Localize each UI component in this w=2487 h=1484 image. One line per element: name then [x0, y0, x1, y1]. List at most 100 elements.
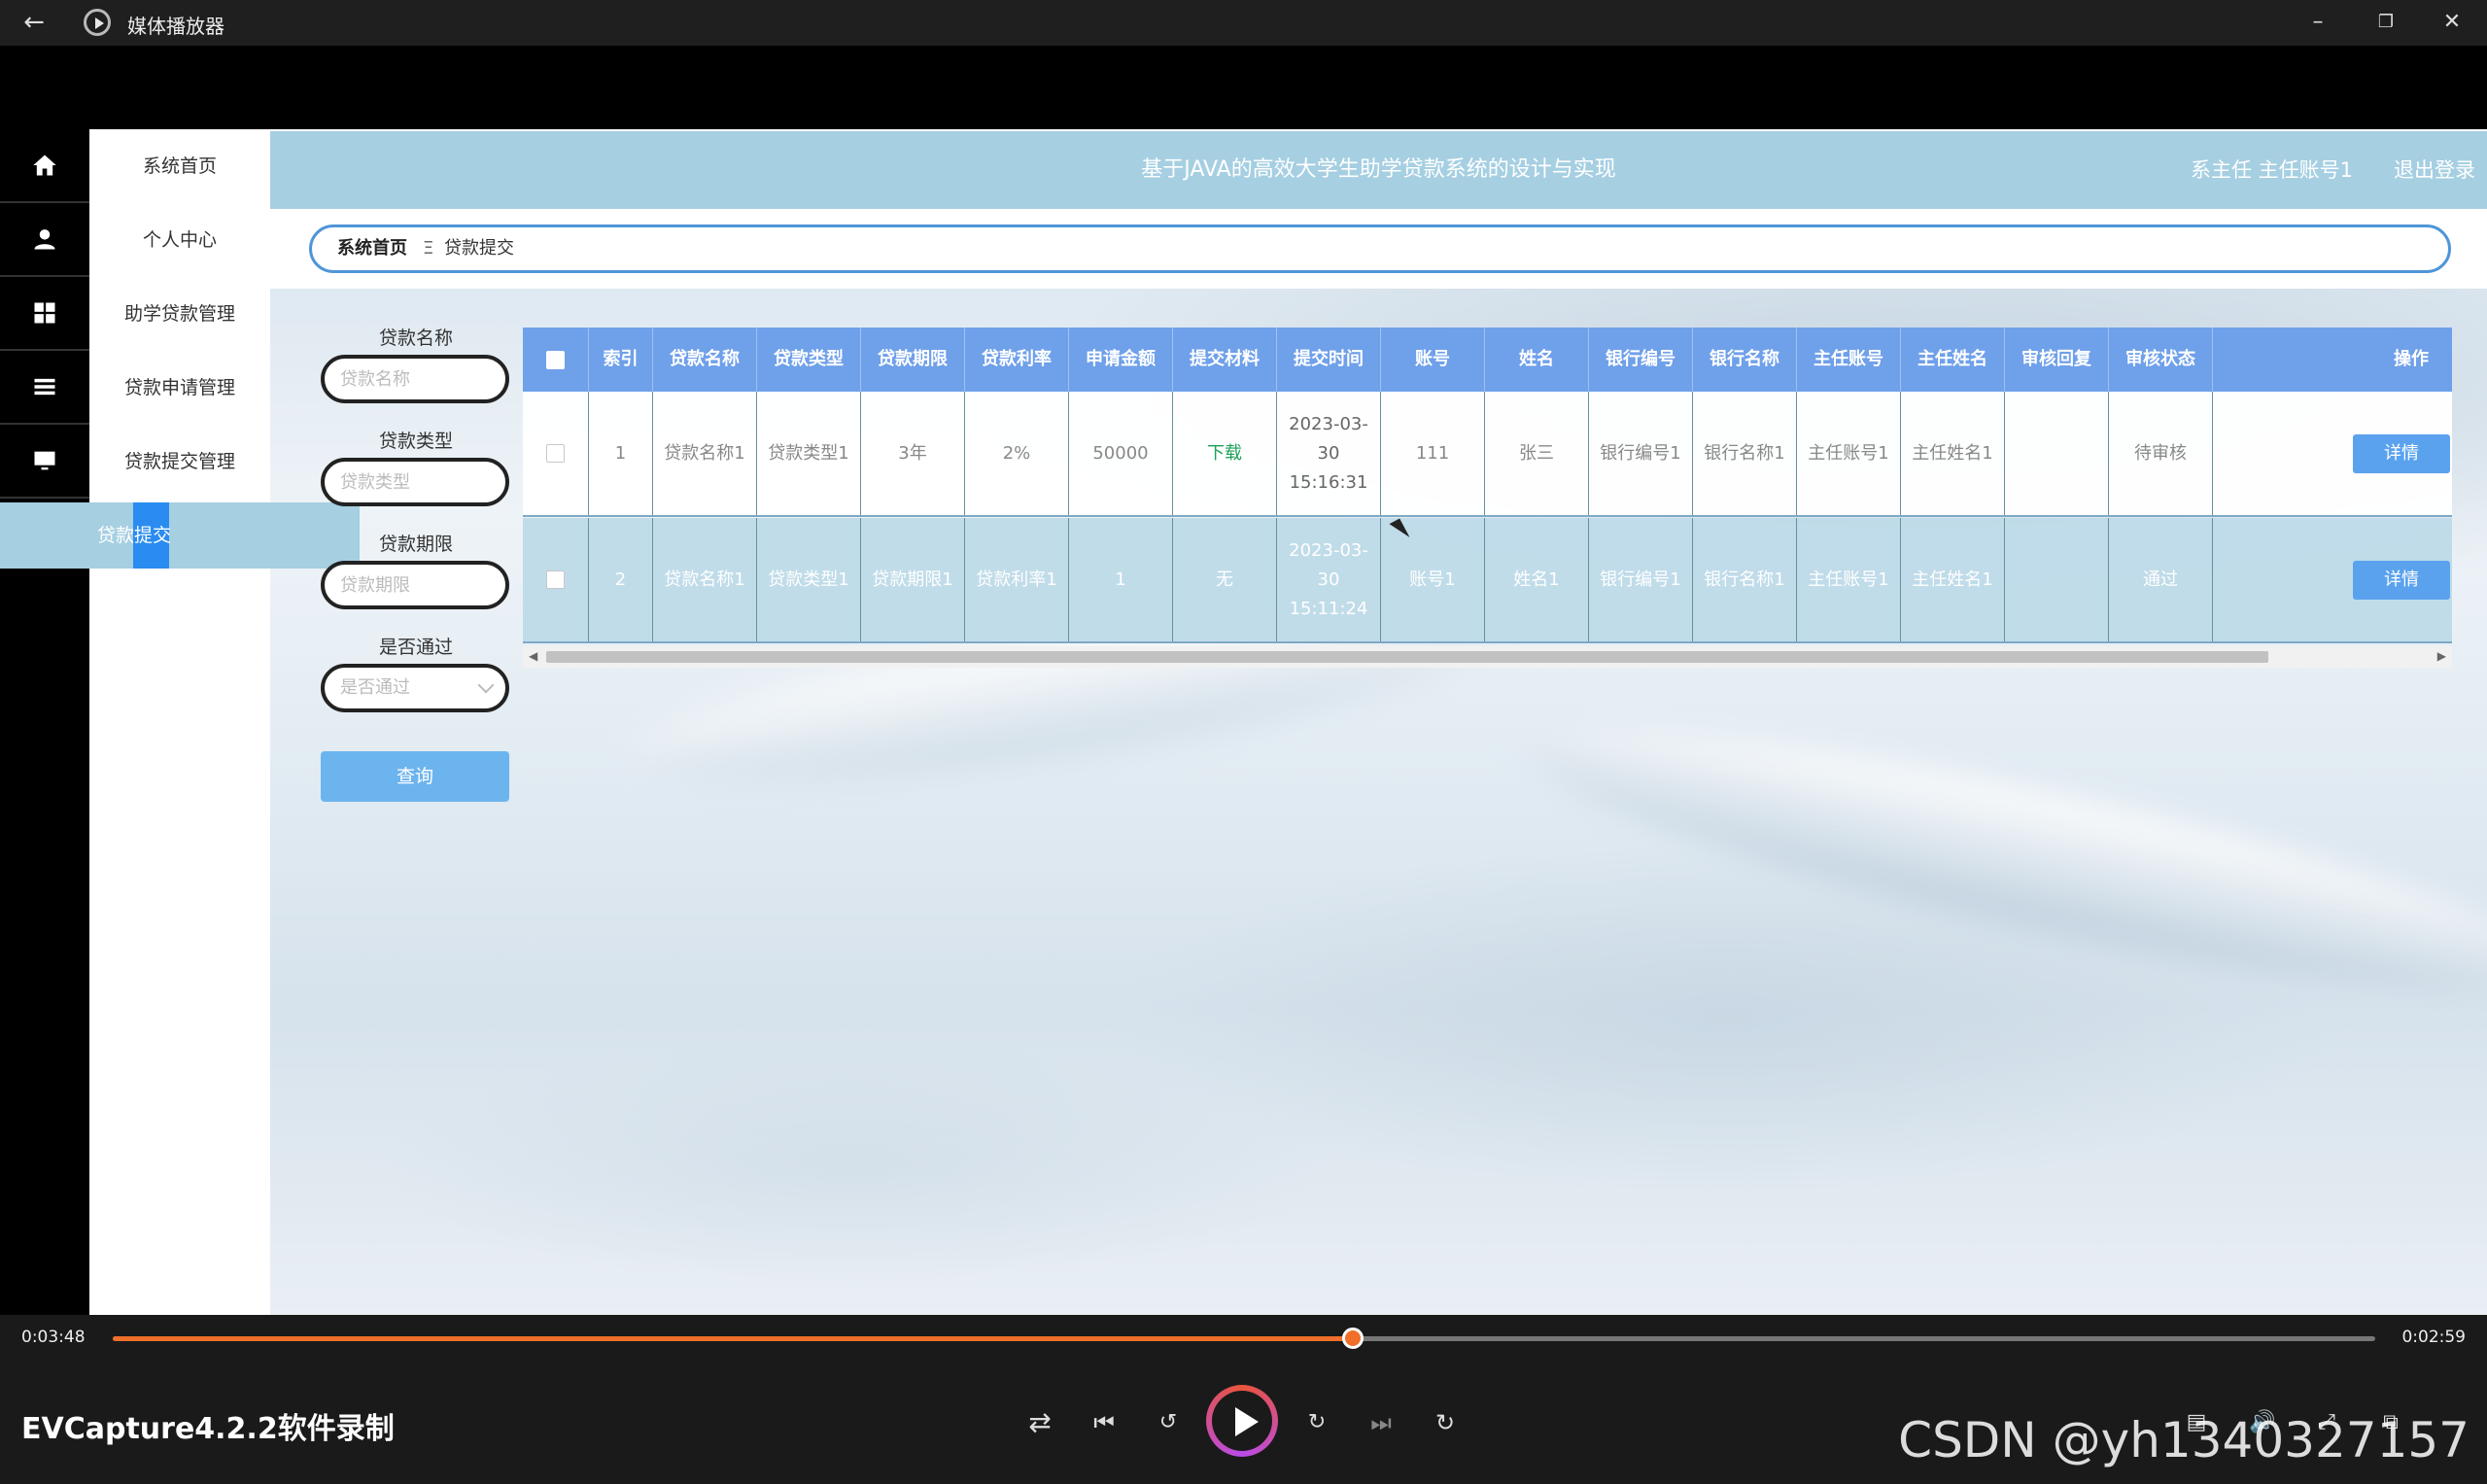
column-header: 主任账号: [1797, 328, 1901, 392]
index-cell: 1: [589, 392, 653, 515]
action-cell: 详情: [2213, 392, 2452, 515]
bank-name-cell: 银行名称1: [1693, 518, 1797, 641]
loan-type-input[interactable]: [321, 458, 509, 506]
amount-cell: 50000: [1069, 392, 1173, 515]
loan-name-input[interactable]: [321, 355, 509, 403]
select-all-header: [523, 328, 589, 392]
breadcrumb-home[interactable]: 系统首页: [337, 227, 407, 270]
detail-button[interactable]: 详情: [2353, 433, 2450, 473]
home-icon[interactable]: [0, 129, 89, 203]
director-name-cell: 主任姓名1: [1901, 518, 2005, 641]
previous-icon[interactable]: ⏮: [1082, 1400, 1126, 1445]
monitor-icon[interactable]: [0, 425, 89, 499]
column-header: 姓名: [1485, 328, 1589, 392]
column-header: 贷款利率: [965, 328, 1069, 392]
review-status-cell: 待审核: [2109, 392, 2213, 515]
name-cell: 张三: [1485, 392, 1589, 515]
select-all-checkbox[interactable]: [546, 350, 565, 369]
loan-term-label: 贷款期限: [378, 534, 453, 555]
bank-no-cell: 银行编号1: [1589, 518, 1693, 641]
column-header: 贷款类型: [757, 328, 861, 392]
passed-select-value: 是否通过: [340, 677, 410, 698]
scroll-right-icon[interactable]: ▶: [2437, 649, 2446, 663]
amount-cell: 1: [1069, 518, 1173, 641]
loan-rate-cell: 贷款利率1: [965, 518, 1069, 641]
video-frame-webpage: 系统首页 个人中心 助学贷款管理 贷款申请管理 贷款提交管理 贷款提交 基于JA…: [0, 129, 2487, 1315]
user-icon[interactable]: [0, 203, 89, 277]
scrollbar-thumb[interactable]: [546, 651, 2268, 663]
current-time: 0:03:48: [21, 1328, 86, 1347]
current-user: 系主任 主任账号1: [2190, 158, 2353, 182]
shuffle-icon[interactable]: ⇄: [1018, 1400, 1062, 1445]
review-reply-cell: [2005, 518, 2109, 641]
sidebar-item-home[interactable]: 系统首页: [89, 129, 270, 203]
back-icon[interactable]: ←: [21, 9, 47, 36]
seek-bar[interactable]: [113, 1328, 2375, 1349]
minimize-icon[interactable]: –: [2296, 6, 2340, 39]
name-cell: 姓名1: [1485, 518, 1589, 641]
review-status-cell: 通过: [2109, 518, 2213, 641]
csdn-watermark: CSDN @yh1340327157: [1898, 1412, 2470, 1468]
loan-submission-table: 索引 贷款名称 贷款类型 贷款期限 贷款利率 申请金额 提交材料 提交时间 账号…: [523, 328, 2452, 672]
row-checkbox[interactable]: [546, 444, 565, 463]
column-header: 账号: [1381, 328, 1485, 392]
column-header: 提交时间: [1277, 328, 1381, 392]
table-horizontal-scrollbar[interactable]: ◀ ▶: [523, 646, 2452, 668]
director-name-cell: 主任姓名1: [1901, 392, 2005, 515]
loan-name-cell: 贷款名称1: [653, 392, 757, 515]
column-header: 审核回复: [2005, 328, 2109, 392]
sidebar-icon-strip: [0, 129, 89, 1315]
loan-name-cell: 贷款名称1: [653, 518, 757, 641]
column-header: 贷款名称: [653, 328, 757, 392]
query-button[interactable]: 查询: [321, 751, 509, 802]
forward-30-icon[interactable]: ↻: [1295, 1400, 1339, 1445]
breadcrumb-current: 贷款提交: [444, 238, 514, 259]
restore-icon[interactable]: ❐: [2364, 6, 2408, 39]
sidebar-nav: 系统首页 个人中心 助学贷款管理 贷款申请管理 贷款提交管理 贷款提交: [0, 129, 360, 1315]
submit-time-cell: 2023-03-30 15:11:24: [1277, 518, 1381, 641]
seek-bar-thumb[interactable]: [1341, 1328, 1364, 1349]
material-download-link[interactable]: 下载: [1173, 392, 1277, 515]
breadcrumb: 系统首页 Ξ 贷款提交: [309, 224, 2451, 273]
row-checkbox[interactable]: [546, 570, 565, 589]
recorder-watermark: EVCapture4.2.2软件录制: [21, 1412, 395, 1446]
table-row: 1 贷款名称1 贷款类型1 3年 2% 50000 下载 2023-03-30 …: [523, 392, 2452, 517]
loan-type-label: 贷款类型: [378, 431, 453, 452]
sidebar-subitem-loan-submit-active[interactable]: 贷款提交: [0, 502, 360, 569]
bank-name-cell: 银行名称1: [1693, 392, 1797, 515]
player-progress-area: 0:03:48 0:02:59: [0, 1315, 2487, 1362]
sidebar-item-loan-application[interactable]: 贷款申请管理: [89, 351, 270, 425]
sidebar-item-loan-submission[interactable]: 贷款提交管理: [89, 425, 270, 499]
list-icon[interactable]: [0, 351, 89, 425]
row-select-cell: [523, 518, 589, 641]
app-title: 媒体播放器: [127, 15, 225, 38]
row-select-cell: [523, 392, 589, 515]
page-title: 基于JAVA的高效大学生助学贷款系统的设计与实现: [1141, 157, 1616, 182]
play-icon: [1235, 1407, 1259, 1436]
detail-button[interactable]: 详情: [2353, 560, 2450, 600]
loan-term-cell: 3年: [861, 392, 965, 515]
rewind-10-icon[interactable]: ↺: [1146, 1400, 1191, 1445]
grid-icon[interactable]: [0, 277, 89, 351]
close-icon[interactable]: ✕: [2430, 6, 2474, 39]
column-header: 提交材料: [1173, 328, 1277, 392]
play-button[interactable]: [1206, 1385, 1278, 1457]
loan-type-cell: 贷款类型1: [757, 392, 861, 515]
loan-term-input[interactable]: [321, 561, 509, 609]
bank-no-cell: 银行编号1: [1589, 392, 1693, 515]
page-header: 基于JAVA的高效大学生助学贷款系统的设计与实现 系主任 主任账号1 退出登录: [270, 131, 2487, 209]
scroll-left-icon[interactable]: ◀: [529, 649, 537, 663]
player-control-bar: EVCapture4.2.2软件录制 ⇄ ⏮ ↺ ↻ ⏭ ↻ ▤ 🔊 ⤢ ⧉ C…: [0, 1362, 2487, 1484]
review-reply-cell: [2005, 392, 2109, 515]
column-header: 申请金额: [1069, 328, 1173, 392]
sidebar-item-loan-management[interactable]: 助学贷款管理: [89, 277, 270, 351]
column-header: 审核状态: [2109, 328, 2213, 392]
sidebar-item-personal-center[interactable]: 个人中心: [89, 203, 270, 277]
seek-bar-progress: [113, 1336, 1353, 1341]
next-icon[interactable]: ⏭: [1359, 1400, 1403, 1445]
logout-link[interactable]: 退出登录: [2394, 131, 2475, 209]
repeat-off-icon[interactable]: ↻: [1423, 1400, 1468, 1445]
passed-select[interactable]: 是否通过: [321, 664, 509, 712]
column-header: 索引: [589, 328, 653, 392]
loan-rate-cell: 2%: [965, 392, 1069, 515]
